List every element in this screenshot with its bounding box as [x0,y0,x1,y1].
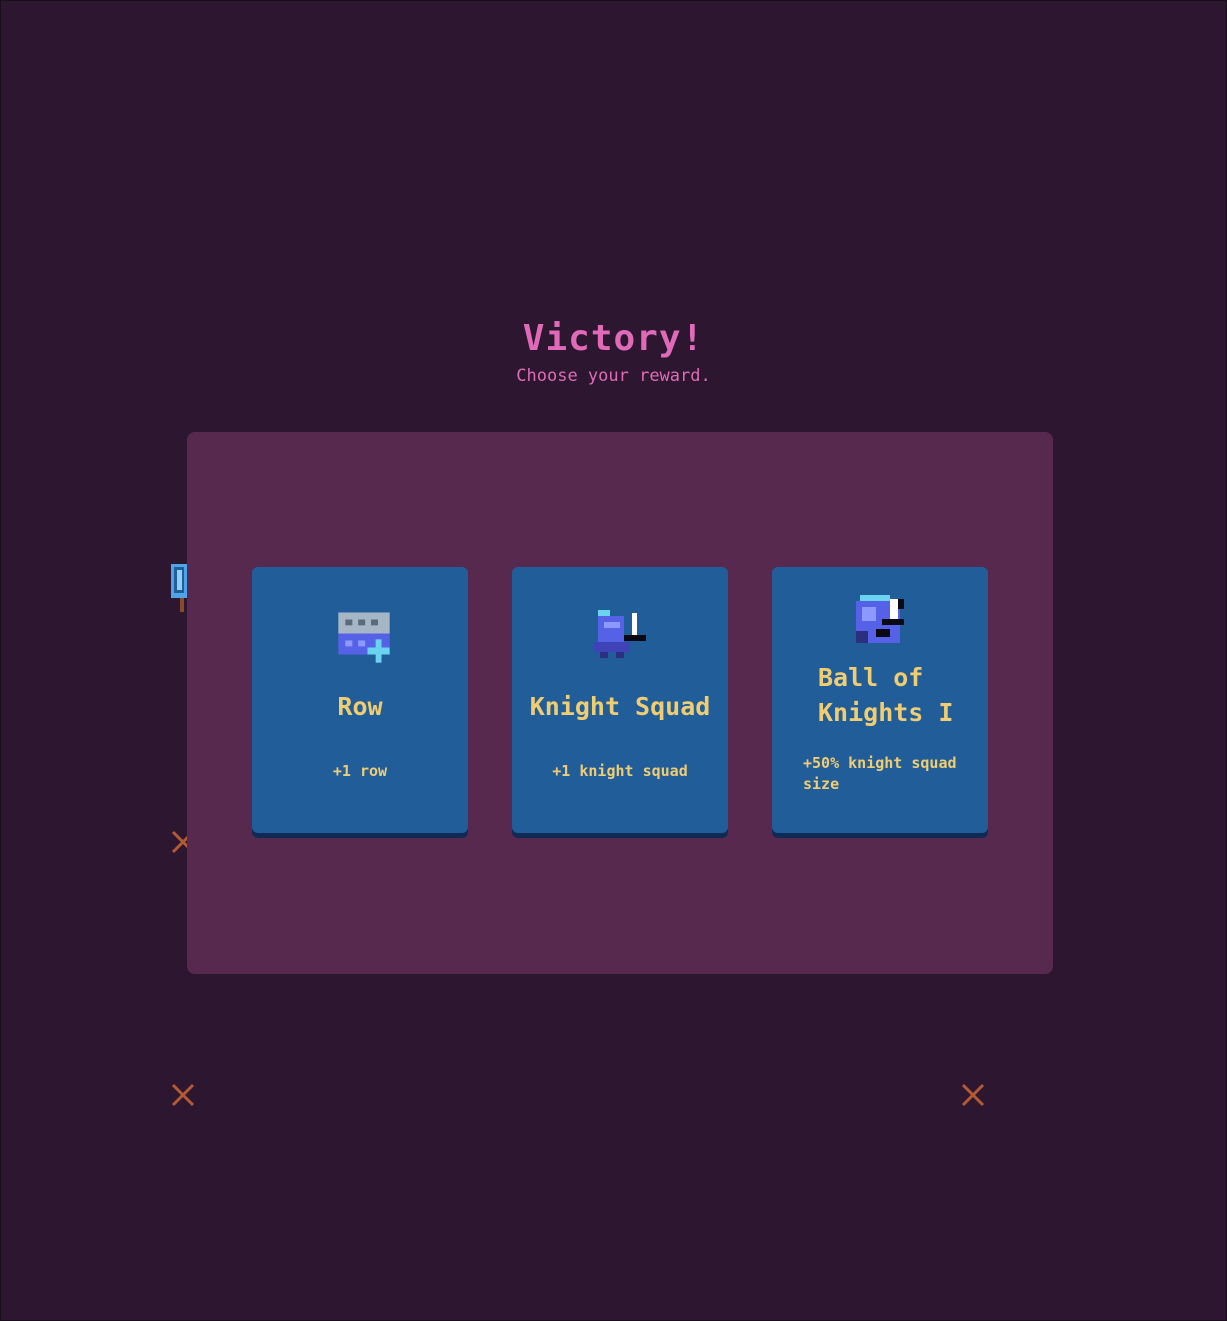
reward-subtitle: Choose your reward. [516,366,711,386]
reward-card-name: Row [337,692,383,721]
reward-card-name: Knight Squad [529,692,711,721]
ball-of-knights-icon [856,595,904,643]
knight-icon [594,610,646,658]
reward-card-ball-of-knights[interactable]: Ball of Knights I +50% knight squad size [772,567,988,833]
reward-card-name: Ball of [818,663,924,692]
reward-card-name: Knights I [818,698,954,727]
reward-card-description: +1 knight squad [552,762,688,780]
reward-card-row[interactable]: Row +1 row [252,567,468,833]
cross-marker-icon [171,1083,195,1107]
reward-card-description: +1 row [332,762,388,780]
row-add-icon [338,612,390,663]
victory-title: Victory! [522,318,705,359]
cross-marker-icon [961,1083,985,1107]
reward-card-description: +50% knight squad [803,754,957,772]
reward-card-description: size [803,775,840,793]
reward-card-knight-squad[interactable]: Knight Squad +1 knight squad [512,567,728,833]
